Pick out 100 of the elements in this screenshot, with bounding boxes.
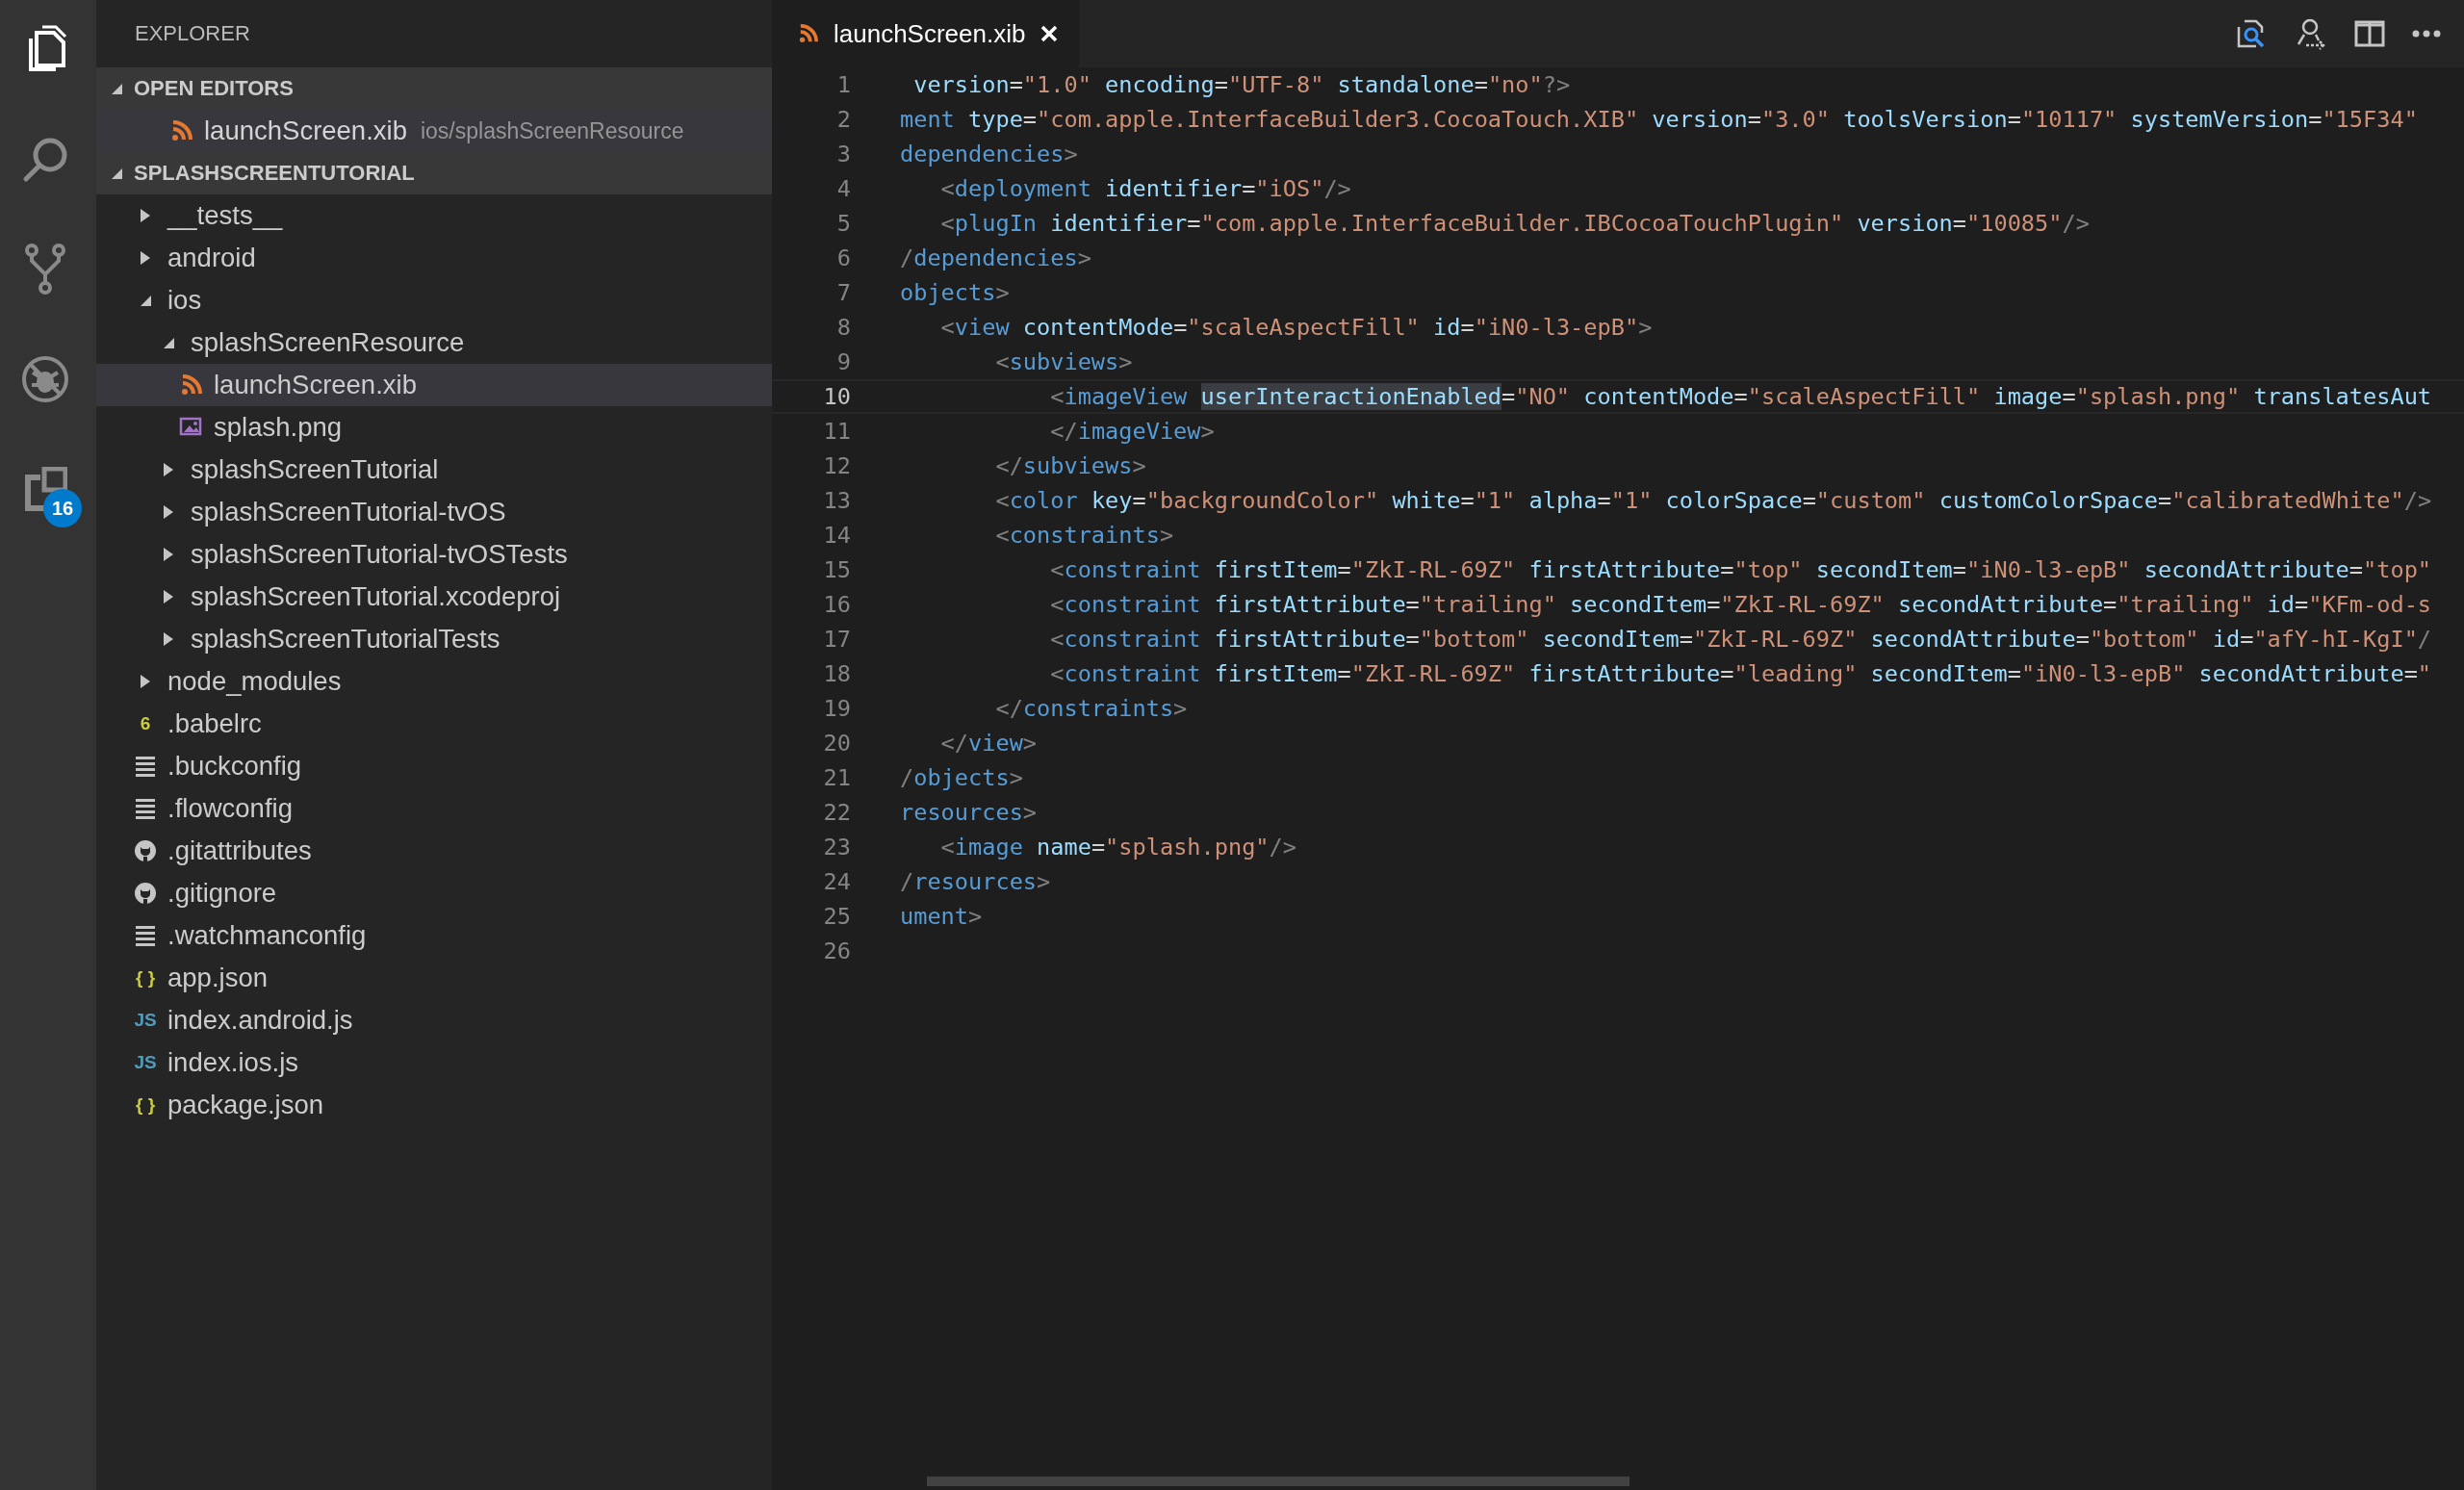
line-number: 5 [835,210,851,237]
line-number: 16 [822,591,851,618]
scrollbar-thumb[interactable] [927,1477,1630,1486]
file-name: package.json [167,1090,324,1120]
file-name: app.json [167,963,268,993]
file-name: splashScreenTutorial [191,454,439,485]
line-number: 14 [822,522,851,549]
file-name: .gitattributes [167,835,312,866]
line-number: 12 [822,452,851,479]
branch-icon [24,243,66,296]
line-number: 9 [835,348,851,375]
tree-item[interactable]: splashScreenTutorial-tvOS [96,491,772,533]
close-icon[interactable] [1040,25,1059,42]
github-icon [134,839,157,862]
line-number: 8 [835,314,851,341]
code-line: <deployment identifier="iOS"/> [939,175,1351,202]
tree-item[interactable]: splashScreenTutorial-tvOSTests [96,533,772,576]
tree-item[interactable]: .gitattributes [96,830,772,872]
file-name: splashScreenTutorial-tvOSTests [191,539,568,570]
line-number: 13 [822,487,851,514]
code-line: </constraints> [994,695,1188,722]
image-icon [179,417,204,438]
tree-item[interactable]: splash.png [96,406,772,449]
tree-item[interactable]: splashScreenTutorialTests [96,618,772,660]
code-line: <constraint firstItem="ZkI-RL-69Z" firstAttribute="top" secondItem="iN0-l3-epB" secondAttribute="top" [1049,556,2432,583]
line-number: 6 [835,244,851,271]
editor-tab[interactable]: launchScreen.xib [772,0,1080,67]
tree-item[interactable]: launchScreen.xib [96,364,772,406]
line-number: 26 [822,938,851,964]
file-name: splashScreenResource [191,327,465,358]
file-name: .babelrc [167,708,262,739]
code-line: </imageView> [1049,418,1215,445]
lines-icon [135,798,156,819]
line-number: 10 [822,383,851,410]
code-line: resources> [900,799,1038,826]
tree-item[interactable]: { } package.json [96,1084,772,1126]
file-name: .gitignore [167,878,277,909]
line-number: 19 [822,695,851,722]
line-number: 1 [835,71,851,98]
code-line: ment type="com.apple.InterfaceBuilder3.CocoaTouch.XIB" version="3.0" toolsVersion="10117" systemVersion="15F34" [900,106,2418,133]
tree-item[interactable]: __tests__ [96,194,772,237]
code-line: <view contentMode="scaleAspectFill" id="iN0-l3-epB"> [939,314,1653,341]
code-line: <constraint firstItem="ZkI-RL-69Z" firstAttribute="leading" secondItem="iN0-l3-epB" secondAttribute=" [1049,660,2432,687]
file-type-glyph: { } [135,1094,156,1116]
tree-item[interactable]: .flowconfig [96,787,772,830]
section-header[interactable]: OPEN EDITORS [96,67,772,110]
line-number: 22 [822,799,851,826]
file-type-glyph: JS [134,1052,157,1073]
line-number: 3 [835,141,851,167]
person-icon[interactable] [2295,17,2327,50]
line-number: 15 [822,556,851,583]
open-editor-item[interactable]: launchScreen.xib ios/splashScreenResource [96,110,772,152]
code-line: /resources> [900,868,1051,895]
extensions-activity-button[interactable]: 16 [14,458,82,527]
tree-item[interactable]: ios [96,279,772,321]
line-number: 4 [835,175,851,202]
file-name: .flowconfig [167,793,293,824]
tree-item[interactable]: JS index.android.js [96,999,772,1041]
line-number: 17 [822,626,851,653]
tree-item[interactable]: splashScreenResource [96,321,772,364]
line-number: 24 [822,868,851,895]
rss-icon [171,120,192,141]
code-line: /dependencies> [900,244,1091,271]
code-line: <plugIn identifier="com.apple.InterfaceBuilder.IBCocoaTouchPlugin" version="10085"/> [939,210,2090,237]
lines-icon [135,756,156,777]
code-line: <color key="backgroundColor" white="1" alpha="1" colorSpace="custom" customColorSpace="calibratedWhite"/> [994,487,2432,514]
file-type-glyph: { } [135,967,156,989]
tree-item[interactable]: android [96,237,772,279]
tree-item[interactable]: { } app.json [96,957,772,999]
file-name: index.android.js [167,1005,353,1036]
tree-item[interactable]: 6 .babelrc [96,703,772,745]
file-name: android [167,243,256,273]
notification-badge: 16 [43,489,82,527]
line-number: 20 [822,730,851,757]
line-number: 11 [822,418,851,445]
file-name: splashScreenTutorial-tvOS [191,497,506,527]
file-name: splash.png [214,412,342,443]
code-line: </view> [939,730,1038,757]
more-icon[interactable] [2412,30,2441,38]
file-path: ios/splashScreenResource [420,117,684,144]
rss-icon [799,24,818,43]
split-editor-icon[interactable] [2354,19,2385,48]
file-name: splashScreenTutorialTests [191,624,500,655]
rss-icon [181,374,202,396]
tree-item[interactable]: splashScreenTutorial.xcodeproj [96,576,772,618]
line-number: 7 [835,279,851,306]
tree-item[interactable]: node_modules [96,660,772,703]
file-name: ios [167,285,202,316]
line-number: 21 [822,764,851,791]
tree-item[interactable]: .watchmanconfig [96,914,772,957]
code-line: <subviews> [994,348,1133,375]
tree-item[interactable]: .buckconfig [96,745,772,787]
file-name: index.ios.js [167,1047,299,1078]
code-line: <image name="splash.png"/> [939,834,1296,861]
tree-item[interactable]: JS index.ios.js [96,1041,772,1084]
tree-item[interactable]: .gitignore [96,872,772,914]
tree-item[interactable]: splashScreenTutorial [96,449,772,491]
file-name: .buckconfig [167,751,302,782]
section-header[interactable]: SPLASHSCREENTUTORIAL [96,152,772,194]
bug-icon [20,354,70,404]
